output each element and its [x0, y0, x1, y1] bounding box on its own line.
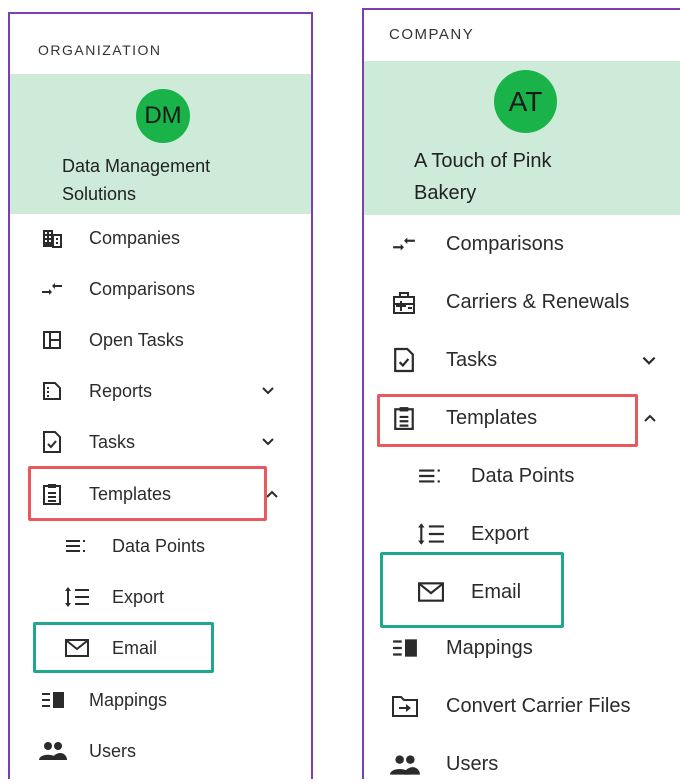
- clipboard-icon: [40, 482, 64, 506]
- section-label-organization: ORGANIZATION: [38, 42, 162, 58]
- chevron-down-icon[interactable]: [260, 434, 276, 455]
- sidebar-item-comparisons[interactable]: Comparisons: [364, 226, 680, 262]
- sidebar-item-templates[interactable]: Templates: [364, 400, 680, 436]
- sidebar-item-carriers-renewals[interactable]: Carriers & Renewals: [364, 284, 680, 320]
- org-name-line2: Bakery: [414, 182, 477, 204]
- layout-icon: [40, 328, 64, 352]
- org-name-line2: Solutions: [62, 184, 137, 204]
- sidebar-item-label: Open Tasks: [89, 330, 184, 350]
- sidebar-item-companies[interactable]: Companies: [10, 222, 311, 254]
- sidebar-item-email[interactable]: Email: [10, 632, 311, 664]
- mappings-icon: [40, 688, 66, 712]
- sidebar-item-label: Comparisons: [446, 233, 564, 255]
- org-card[interactable]: DM Data Management Solutions: [10, 74, 311, 214]
- users-icon: [388, 753, 422, 777]
- sidebar-organization: ORGANIZATION DM Data Management Solution…: [8, 12, 313, 779]
- avatar: AT: [494, 70, 557, 133]
- sidebar-item-label: Reports: [89, 381, 153, 401]
- sidebar-item-users[interactable]: Users: [364, 746, 680, 782]
- sidebar-item-tasks[interactable]: Tasks: [10, 426, 311, 458]
- sidebar-item-export[interactable]: Export: [364, 516, 680, 552]
- chevron-down-icon[interactable]: [640, 352, 658, 375]
- avatar: DM: [136, 89, 190, 143]
- org-name: A Touch of Pink Bakery: [414, 145, 552, 209]
- sidebar-item-label: Comparisons: [89, 279, 196, 299]
- sidebar-item-label: Mappings: [89, 690, 168, 710]
- sidebar-item-mappings[interactable]: Mappings: [10, 684, 311, 716]
- org-card[interactable]: AT A Touch of Pink Bakery: [364, 61, 680, 215]
- export-icon: [416, 521, 446, 547]
- task-check-icon: [40, 430, 64, 454]
- envelope-icon: [64, 636, 90, 660]
- sidebar-item-label: Users: [446, 753, 499, 775]
- sidebar-item-label: Export: [112, 587, 165, 607]
- chevron-up-icon[interactable]: [642, 410, 658, 431]
- sidebar-item-label: Carriers & Renewals: [446, 291, 630, 313]
- chevron-up-icon[interactable]: [264, 486, 280, 507]
- sidebar-company: COMPANY AT A Touch of Pink Bakery Compar…: [362, 8, 680, 779]
- sidebar-item-label: Tasks: [89, 432, 136, 452]
- sidebar-item-data-points[interactable]: Data Points: [10, 530, 311, 562]
- building-icon: [40, 226, 64, 250]
- section-label-company: COMPANY: [389, 26, 475, 43]
- envelope-icon: [416, 581, 446, 603]
- org-name: Data Management Solutions: [62, 152, 210, 208]
- sidebar-item-label: Convert Carrier Files: [446, 695, 631, 717]
- sidebar-item-tasks[interactable]: Tasks: [364, 342, 680, 378]
- sidebar-item-label: Templates: [89, 484, 172, 504]
- users-icon: [38, 739, 68, 763]
- sidebar-item-label: Email: [112, 638, 158, 658]
- sidebar-item-label: Data Points: [112, 536, 206, 556]
- sidebar-item-label: Users: [89, 741, 137, 761]
- sidebar-item-label: Companies: [89, 228, 181, 248]
- sidebar-item-label: Email: [471, 581, 522, 603]
- clipboard-icon: [392, 405, 416, 431]
- mappings-icon: [390, 637, 420, 659]
- sidebar-item-export[interactable]: Export: [10, 581, 311, 613]
- compare-arrows-icon: [390, 232, 418, 256]
- sidebar-item-label: Mappings: [446, 637, 533, 659]
- sidebar-item-comparisons[interactable]: Comparisons: [10, 273, 311, 305]
- sidebar-item-data-points[interactable]: Data Points: [364, 458, 680, 494]
- sidebar-item-templates[interactable]: Templates: [10, 478, 311, 510]
- sidebar-item-label: Export: [471, 523, 529, 545]
- sidebar-item-label: Tasks: [446, 349, 498, 371]
- export-icon: [64, 585, 90, 609]
- data-points-icon: [64, 534, 88, 558]
- data-points-icon: [416, 466, 444, 486]
- task-check-icon: [392, 347, 416, 373]
- sidebar-item-open-tasks[interactable]: Open Tasks: [10, 324, 311, 356]
- chevron-down-icon[interactable]: [260, 383, 276, 404]
- sidebar-item-users[interactable]: Users: [10, 735, 311, 767]
- sidebar-item-convert-carrier-files[interactable]: Convert Carrier Files: [364, 688, 680, 724]
- sidebar-item-mappings[interactable]: Mappings: [364, 630, 680, 666]
- sidebar-item-label: Templates: [446, 407, 538, 429]
- sidebar-item-label: Data Points: [471, 465, 575, 487]
- folder-arrow-icon: [390, 694, 420, 718]
- org-name-line1: A Touch of Pink: [414, 150, 552, 172]
- sidebar-item-email[interactable]: Email: [364, 574, 680, 610]
- org-name-line1: Data Management: [62, 156, 211, 176]
- medical-kit-icon: [390, 290, 418, 316]
- report-icon: [40, 379, 64, 403]
- compare-arrows-icon: [40, 277, 64, 301]
- sidebar-item-reports[interactable]: Reports: [10, 375, 311, 407]
